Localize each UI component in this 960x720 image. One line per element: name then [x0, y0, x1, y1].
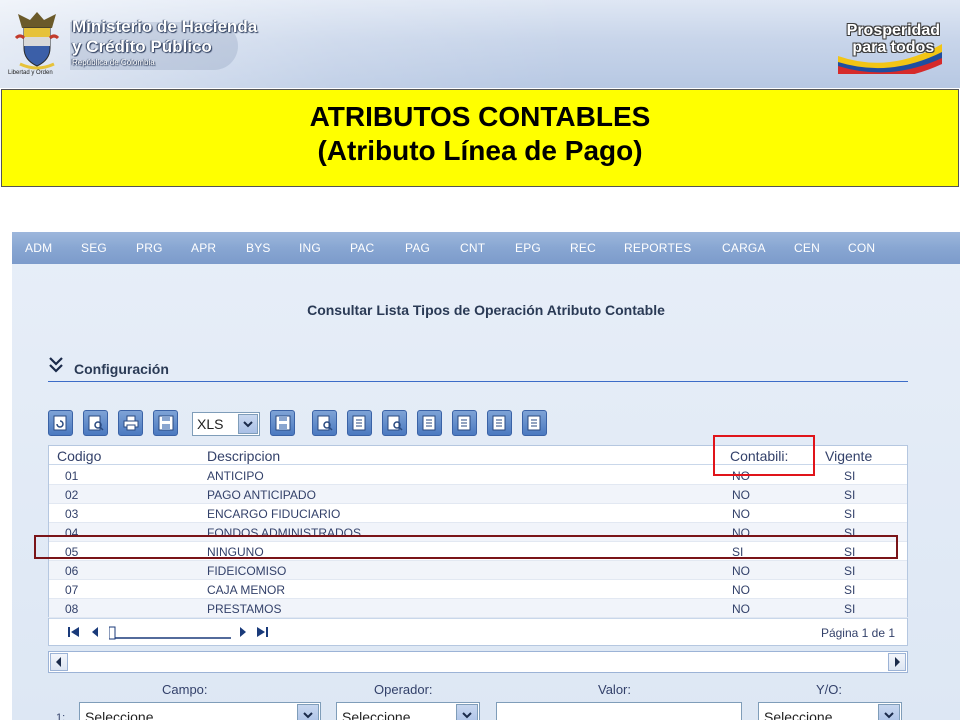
query-button[interactable]: [382, 410, 407, 436]
chevron-down-icon[interactable]: [238, 414, 258, 434]
export-format-value: XLS: [197, 416, 224, 432]
document-view-icon: [457, 415, 471, 431]
horizontal-scrollbar[interactable]: [48, 651, 908, 673]
operador-select[interactable]: Seleccione: [336, 702, 480, 720]
export-save-button[interactable]: [270, 410, 295, 436]
floppy-disk-icon: [275, 415, 291, 431]
table-row[interactable]: 08 PRESTAMOS NO SI: [49, 599, 907, 618]
menu-item-ing[interactable]: ING: [299, 241, 321, 255]
document-search-icon: [88, 415, 104, 431]
document-edit-icon: [422, 415, 436, 431]
ministry-name: Ministerio de Hacienda y Crédito Público…: [72, 17, 258, 67]
menu-item-reportes[interactable]: REPORTES: [624, 241, 691, 255]
operador-label: Operador:: [374, 682, 433, 697]
valor-label: Valor:: [598, 682, 631, 697]
document-search-icon: [387, 415, 403, 431]
edit-record-button[interactable]: [417, 410, 442, 436]
scroll-left-icon: [56, 657, 61, 667]
new-record-button[interactable]: [347, 410, 372, 436]
valor-input[interactable]: [496, 702, 742, 720]
table-row[interactable]: 06 FIDEICOMISO NO SI: [49, 561, 907, 580]
app-window: ADM SEG PRG APR BYS ING PAC PAG CNT EPG …: [12, 232, 960, 720]
menu-item-apr[interactable]: APR: [191, 241, 216, 255]
view-record-button[interactable]: [452, 410, 477, 436]
highlight-contabiliza-column: [713, 435, 815, 476]
printer-icon: [123, 415, 139, 431]
menu-item-adm[interactable]: ADM: [25, 241, 52, 255]
column-header-descripcion[interactable]: Descripcion: [207, 448, 280, 464]
screen-title: Consultar Lista Tipos de Operación Atrib…: [307, 302, 665, 318]
column-header-vigente[interactable]: Vigente: [825, 448, 872, 464]
search-button[interactable]: [83, 410, 108, 436]
page-slider[interactable]: [109, 626, 231, 640]
table-row[interactable]: 03 ENCARGO FIDUCIARIO NO SI: [49, 504, 907, 523]
first-page-icon[interactable]: [67, 625, 81, 639]
grid-pager: Página 1 de 1: [48, 618, 908, 646]
next-page-icon[interactable]: [237, 625, 249, 639]
campo-select[interactable]: Seleccione: [79, 702, 321, 720]
slide-title-line2: (Atributo Línea de Pago): [317, 135, 643, 166]
yo-select[interactable]: Seleccione: [758, 702, 902, 720]
export-format-select[interactable]: XLS: [192, 412, 260, 436]
page-indicator: Página 1 de 1: [820, 626, 895, 640]
scroll-right-button[interactable]: [888, 653, 906, 671]
slide-title: ATRIBUTOS CONTABLES (Atributo Línea de P…: [1, 89, 959, 187]
menu-item-prg[interactable]: PRG: [136, 241, 163, 255]
double-chevron-down-icon[interactable]: [48, 356, 64, 376]
document-delete-icon: [527, 415, 541, 431]
refresh-icon: [53, 415, 67, 431]
refresh-button[interactable]: [48, 410, 73, 436]
filter-search-button[interactable]: [312, 410, 337, 436]
menu-item-seg[interactable]: SEG: [81, 241, 107, 255]
save-button[interactable]: [153, 410, 178, 436]
scroll-right-icon: [895, 657, 900, 667]
slide-root: Libertad y Orden Ministerio de Hacienda …: [0, 0, 960, 720]
previous-page-icon[interactable]: [89, 625, 101, 639]
document-search-icon: [317, 415, 333, 431]
delete-record-button[interactable]: [522, 410, 547, 436]
scroll-left-button[interactable]: [50, 653, 68, 671]
menu-item-pag[interactable]: PAG: [405, 241, 430, 255]
colombia-crest-icon: [14, 12, 60, 70]
menu-item-con[interactable]: CON: [848, 241, 875, 255]
copy-record-button[interactable]: [487, 410, 512, 436]
chevron-down-icon[interactable]: [297, 704, 319, 720]
crest-caption: Libertad y Orden: [8, 70, 53, 76]
menu-item-bys[interactable]: BYS: [246, 241, 271, 255]
document-copy-icon: [492, 415, 506, 431]
menu-item-pac[interactable]: PAC: [350, 241, 374, 255]
section-configuracion[interactable]: Configuración: [48, 356, 908, 382]
campo-label: Campo:: [162, 682, 208, 697]
table-row[interactable]: 07 CAJA MENOR NO SI: [49, 580, 907, 599]
highlight-ninguno-row: [34, 535, 898, 559]
filter-row-number: 1:: [56, 712, 66, 720]
chevron-down-icon[interactable]: [456, 704, 478, 720]
yo-label: Y/O:: [816, 682, 843, 697]
floppy-disk-icon: [158, 415, 174, 431]
menu-item-rec[interactable]: REC: [570, 241, 596, 255]
chevron-down-icon[interactable]: [878, 704, 900, 720]
document-new-icon: [352, 415, 366, 431]
print-button[interactable]: [118, 410, 143, 436]
menu-item-cnt[interactable]: CNT: [460, 241, 485, 255]
main-menu-bar: ADM SEG PRG APR BYS ING PAC PAG CNT EPG …: [12, 232, 960, 264]
last-page-icon[interactable]: [255, 625, 269, 639]
section-label: Configuración: [74, 361, 169, 377]
slogan: Prosperidad para todos: [846, 22, 940, 56]
column-header-codigo[interactable]: Codigo: [57, 448, 101, 464]
table-row[interactable]: 02 PAGO ANTICIPADO NO SI: [49, 485, 907, 504]
menu-item-epg[interactable]: EPG: [515, 241, 541, 255]
slide-title-line1: ATRIBUTOS CONTABLES: [309, 101, 651, 132]
menu-item-carga[interactable]: CARGA: [722, 241, 766, 255]
header-banner: Libertad y Orden Ministerio de Hacienda …: [0, 0, 960, 88]
menu-item-cen[interactable]: CEN: [794, 241, 820, 255]
